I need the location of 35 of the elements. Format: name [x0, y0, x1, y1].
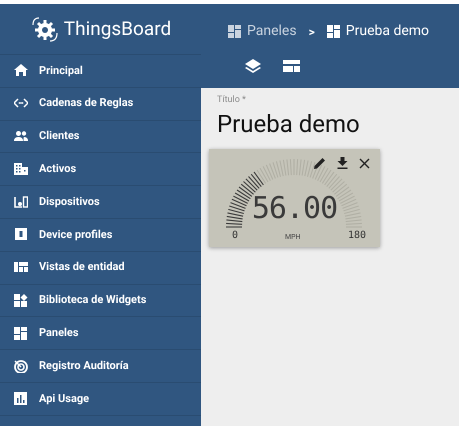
menu-item-icon	[14, 97, 28, 110]
dashboard-icon	[228, 25, 241, 38]
menu-item-icon	[14, 64, 28, 78]
sidebar-item[interactable]: Vistas de entidad	[0, 252, 201, 285]
layers-icon[interactable]	[245, 59, 261, 73]
menu-item-icon	[14, 360, 28, 373]
sidebar-item[interactable]: Biblioteca de Widgets	[0, 284, 201, 318]
sidebar-item[interactable]: Api Usage	[0, 382, 201, 416]
edit-icon[interactable]	[314, 157, 326, 169]
menu-item-icon	[14, 294, 28, 307]
breadcrumb-link[interactable]: Prueba demo	[326, 21, 430, 42]
gauge-min-label: 0	[232, 231, 238, 241]
menu-item-icon	[14, 326, 28, 340]
sidebar-item[interactable]: Registro Auditoría	[0, 350, 201, 383]
sidebar-item[interactable]: Activos	[0, 153, 201, 186]
field-label: Título *	[217, 96, 247, 105]
menu-item-icon	[14, 261, 28, 274]
gauge-max-label: 180	[348, 231, 366, 241]
menu-item-icon	[14, 196, 28, 209]
gauge-value: 56.00	[250, 194, 338, 224]
close-icon[interactable]	[359, 158, 370, 168]
app-logo-text: ThingsBoard	[64, 16, 172, 42]
title-field[interactable]: Prueba demo	[217, 109, 443, 139]
menu-item-icon	[14, 162, 28, 176]
menu-item-icon	[14, 228, 28, 242]
breadcrumb-link[interactable]: Paneles	[228, 21, 297, 42]
sidebar-item[interactable]: Paneles	[0, 317, 201, 350]
menu-item-icon	[14, 392, 28, 406]
breadcrumb-separator: >	[308, 24, 315, 40]
dashboard-icon	[326, 25, 340, 38]
menu-item-icon	[14, 130, 28, 143]
layout-icon[interactable]	[283, 60, 300, 72]
sidebar-item[interactable]: Device profiles	[0, 218, 201, 252]
gear-logo-icon	[30, 15, 60, 43]
download-icon[interactable]	[337, 157, 348, 169]
